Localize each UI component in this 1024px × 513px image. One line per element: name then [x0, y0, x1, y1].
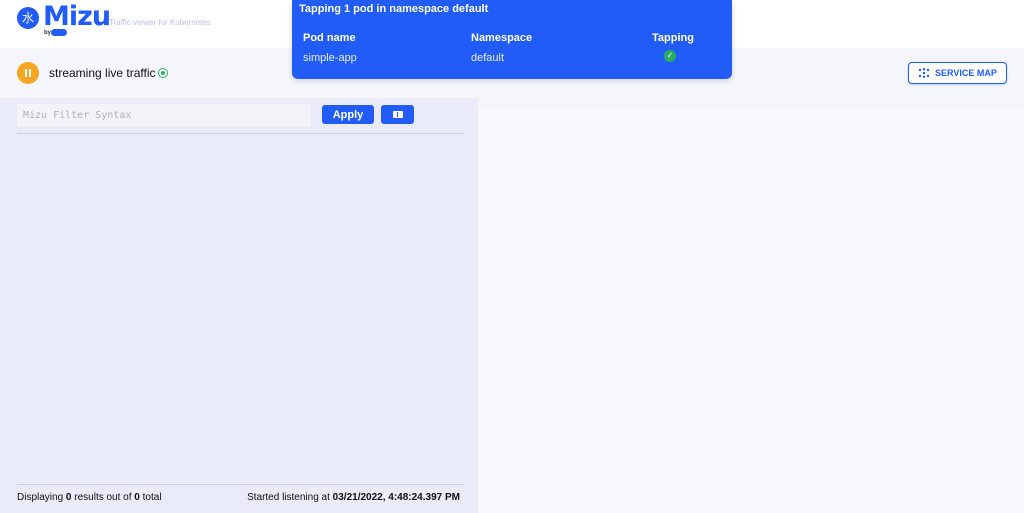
- app-tagline: Traffic viewer for Kubernetes: [109, 18, 211, 27]
- namespace-cell: default: [471, 52, 505, 64]
- check-icon: ✓: [664, 50, 676, 62]
- pod-name-cell: simple-app: [303, 52, 357, 64]
- filter-input[interactable]: [17, 104, 311, 127]
- apply-button[interactable]: Apply: [322, 105, 374, 124]
- mizu-logo-icon[interactable]: 水: [17, 7, 39, 29]
- filter-docs-button[interactable]: [381, 105, 414, 124]
- book-icon: [393, 111, 403, 118]
- column-pod-name: Pod name: [303, 32, 356, 44]
- brand-name[interactable]: Mizu: [43, 1, 111, 32]
- column-namespace: Namespace: [471, 32, 533, 44]
- tapping-status-title: Tapping 1 pod in namespace default: [299, 3, 489, 15]
- column-tapping: Tapping: [652, 32, 694, 44]
- pause-icon: [25, 69, 27, 77]
- service-map-icon: [918, 68, 930, 78]
- vendor-logo-icon: [51, 29, 67, 36]
- divider: [17, 484, 464, 485]
- total-suffix: total: [139, 492, 162, 503]
- entry-details-panel: [478, 108, 1024, 513]
- results-middle: results out of: [71, 492, 135, 503]
- streaming-status-text: streaming live traffic: [49, 66, 156, 80]
- results-prefix: Displaying: [17, 492, 66, 503]
- brand-by: by: [44, 30, 52, 36]
- started-listening: Started listening at 03/21/2022, 4:48:24…: [247, 492, 460, 503]
- tapping-status-popup: Tapping 1 pod in namespace default Pod n…: [292, 0, 732, 79]
- pause-button[interactable]: [17, 62, 39, 84]
- live-dot-icon: [158, 68, 168, 78]
- started-prefix: Started listening at: [247, 492, 333, 503]
- results-summary: Displaying 0 results out of 0 total: [17, 492, 162, 503]
- pause-icon-bar: [29, 69, 31, 77]
- service-map-label: SERVICE MAP: [935, 68, 997, 78]
- traffic-list-panel: Apply Displaying 0 results out of 0 tota…: [0, 98, 478, 513]
- service-map-button[interactable]: SERVICE MAP: [908, 62, 1007, 84]
- traffic-entries-list[interactable]: [17, 134, 464, 484]
- started-timestamp: 03/21/2022, 4:48:24.397 PM: [332, 492, 460, 503]
